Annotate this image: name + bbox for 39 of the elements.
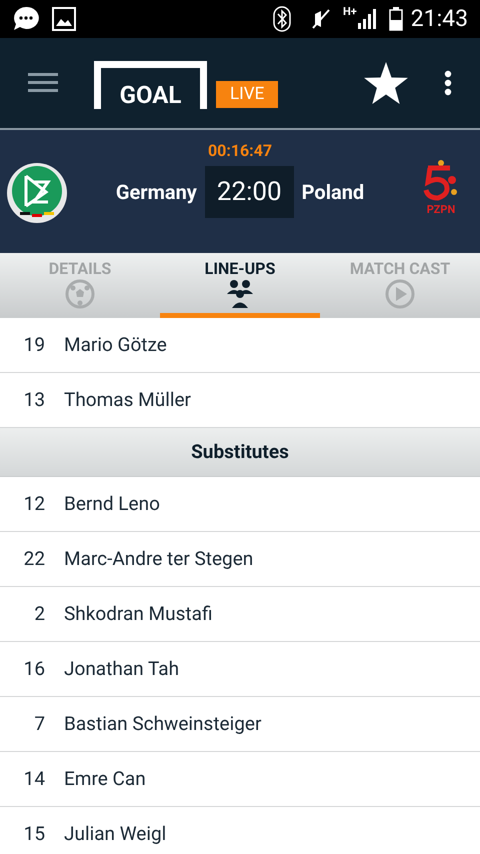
shirt-number: 22 <box>22 546 45 572</box>
player-name: Thomas Müller <box>64 386 191 413</box>
player-name: Julian Weigl <box>64 820 166 847</box>
soccer-ball-icon <box>65 279 95 309</box>
mute-icon <box>310 8 331 30</box>
player-name: Shkodran Mustafi <box>64 600 212 627</box>
battery-icon <box>388 7 403 31</box>
star-icon[interactable] <box>364 62 408 104</box>
clock: 21:43 <box>410 4 468 34</box>
shirt-number: 14 <box>22 766 45 792</box>
player-name: Bastian Schweinsteiger <box>64 710 262 737</box>
player-name: Emre Can <box>64 766 146 792</box>
player-name: Jonathan Tah <box>64 656 180 682</box>
shirt-number: 19 <box>22 332 45 358</box>
section-header: Substitutes <box>0 428 480 477</box>
pzpn-crest: PZPN <box>420 160 462 215</box>
match-timer: 00:16:47 <box>208 141 272 161</box>
shirt-number: 12 <box>22 490 45 517</box>
shirt-number: 7 <box>33 710 45 737</box>
network-type: H+ <box>342 6 357 17</box>
shirt-number: 2 <box>33 600 45 627</box>
bluetooth-icon <box>272 6 291 32</box>
menu-icon[interactable] <box>28 72 58 94</box>
chat-icon <box>12 5 40 33</box>
score: 22:00 <box>204 166 294 218</box>
live-badge: LIVE <box>216 80 278 108</box>
player-name: Marc-Andre ter Stegen <box>64 546 254 572</box>
image-icon <box>52 7 76 31</box>
more-options-icon[interactable] <box>444 70 452 96</box>
home-team-name: Germany <box>116 179 197 206</box>
away-team-name: Poland <box>302 179 364 206</box>
signal-icon <box>356 8 377 30</box>
play-icon <box>385 279 415 309</box>
player-name: Mario Götze <box>64 332 167 358</box>
shirt-number: 16 <box>22 656 45 682</box>
goal-logo: GOAL <box>94 61 207 109</box>
shirt-number: 15 <box>22 820 45 847</box>
shirt-number: 13 <box>22 386 45 413</box>
player-name: Bernd Leno <box>64 490 160 517</box>
